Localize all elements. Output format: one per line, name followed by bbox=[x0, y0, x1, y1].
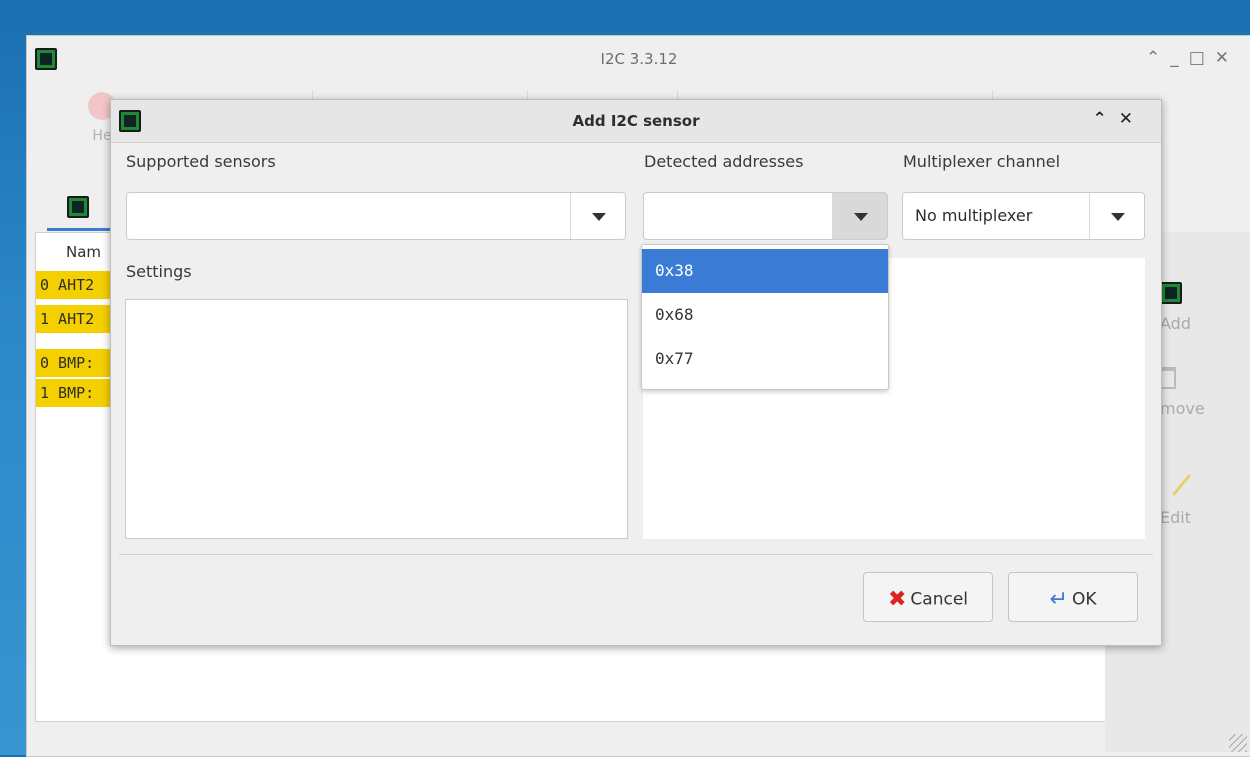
multiplexer-channel-label: Multiplexer channel bbox=[903, 152, 1061, 171]
edit-button-label: Edit bbox=[1160, 508, 1191, 527]
remove-button-label: move bbox=[1160, 399, 1205, 418]
dialog-maximize-icon[interactable]: ⌃ bbox=[1093, 109, 1119, 129]
dialog-title: Add I2C sensor bbox=[572, 112, 700, 130]
settings-panel[interactable] bbox=[125, 299, 628, 539]
add-sensor-dialog: Add I2C sensor ⌃✕ Supported sensors Dete… bbox=[110, 99, 1162, 646]
detected-addresses-label: Detected addresses bbox=[644, 152, 804, 171]
multiplexer-dropdown-button[interactable] bbox=[1089, 193, 1144, 239]
add-sensor-icon bbox=[1160, 282, 1182, 304]
trash-icon bbox=[1160, 367, 1176, 389]
enter-arrow-icon: ↵ bbox=[1049, 587, 1068, 612]
address-option[interactable]: 0x68 bbox=[642, 293, 888, 337]
supported-sensors-dropdown-button[interactable] bbox=[570, 193, 625, 239]
dialog-window-controls: ⌃✕ bbox=[1093, 109, 1146, 129]
chevron-down-icon bbox=[1111, 213, 1125, 221]
pencil-icon bbox=[1171, 474, 1192, 496]
window-controls: ⌃_□✕ bbox=[1146, 48, 1239, 68]
detected-addresses-dropdown-button[interactable] bbox=[832, 193, 887, 239]
sensor-tab-icon bbox=[67, 196, 89, 218]
multiplexer-channel-value: No multiplexer bbox=[915, 206, 1033, 225]
chevron-down-icon bbox=[592, 213, 606, 221]
main-titlebar: I2C 3.3.12 ⌃_□✕ bbox=[27, 36, 1250, 86]
chevron-down-icon bbox=[854, 213, 868, 221]
toolbar-help-label: He bbox=[92, 128, 112, 144]
detected-addresses-combo[interactable] bbox=[643, 192, 888, 240]
detected-addresses-popup: 0x38 0x68 0x77 bbox=[641, 244, 889, 390]
add-button-label: Add bbox=[1160, 314, 1191, 333]
minimize-icon[interactable]: _ bbox=[1170, 48, 1189, 68]
supported-sensors-combo[interactable] bbox=[126, 192, 626, 240]
close-icon[interactable]: ✕ bbox=[1215, 48, 1239, 68]
dialog-titlebar: Add I2C sensor ⌃✕ bbox=[111, 100, 1161, 143]
dialog-separator bbox=[119, 554, 1153, 555]
cancel-button[interactable]: ✖ Cancel bbox=[863, 572, 993, 622]
main-window-title: I2C 3.3.12 bbox=[600, 50, 678, 68]
maximize-up-icon[interactable]: ⌃ bbox=[1146, 48, 1170, 68]
column-header-name[interactable]: Nam bbox=[66, 243, 101, 261]
ok-button-label: OK bbox=[1071, 589, 1097, 610]
cancel-button-label: Cancel bbox=[910, 589, 969, 610]
cancel-icon: ✖ bbox=[887, 587, 907, 612]
address-option[interactable]: 0x38 bbox=[642, 249, 888, 293]
resize-grip-icon[interactable] bbox=[1229, 734, 1247, 752]
ok-button[interactable]: ↵ OK bbox=[1008, 572, 1138, 622]
dialog-close-icon[interactable]: ✕ bbox=[1119, 109, 1145, 129]
supported-sensors-label: Supported sensors bbox=[126, 152, 276, 171]
maximize-icon[interactable]: □ bbox=[1189, 48, 1215, 68]
multiplexer-channel-combo[interactable]: No multiplexer bbox=[902, 192, 1145, 240]
settings-label: Settings bbox=[126, 262, 192, 281]
address-option[interactable]: 0x77 bbox=[642, 337, 888, 381]
